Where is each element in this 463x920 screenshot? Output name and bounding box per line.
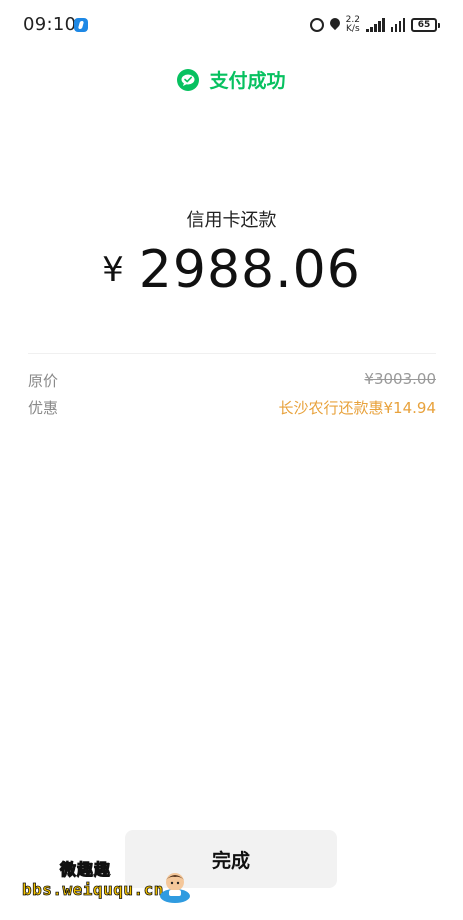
discount-label: 优惠 bbox=[28, 399, 59, 417]
watermark-url: bbs.weiququ.cn bbox=[22, 880, 164, 900]
network-speed: 2.2 K/s bbox=[346, 16, 360, 34]
watermark-title: 微趣趣 bbox=[59, 860, 112, 880]
amount-value: 2988.06 bbox=[138, 240, 361, 300]
location-icon bbox=[330, 18, 340, 32]
signal-icon bbox=[366, 18, 385, 32]
status-icons: 2.2 K/s 65 bbox=[309, 16, 440, 34]
discount-value: 长沙农行还款惠¥14.94 bbox=[278, 399, 437, 417]
original-price-label: 原价 bbox=[28, 372, 59, 390]
wechat-pay-icon bbox=[177, 68, 200, 91]
success-title: 支付成功 bbox=[209, 70, 286, 92]
payment-amount: ¥2988.06 bbox=[0, 240, 463, 300]
detail-row-discount: 优惠 长沙农行还款惠¥14.94 bbox=[28, 397, 436, 418]
divider bbox=[28, 353, 436, 354]
alarm-icon bbox=[309, 18, 324, 32]
battery-icon: 65 bbox=[411, 18, 440, 32]
signal-icon-2 bbox=[390, 18, 405, 32]
detail-row-original-price: 原价 ¥3003.00 bbox=[28, 370, 436, 391]
payment-type-label: 信用卡还款 bbox=[186, 210, 277, 231]
currency-symbol: ¥ bbox=[102, 250, 125, 290]
original-price-value: ¥3003.00 bbox=[364, 370, 436, 388]
network-speed-unit: K/s bbox=[346, 24, 360, 34]
watermark-mascot-icon bbox=[160, 873, 190, 903]
status-time: 09:10 bbox=[23, 14, 77, 35]
notification-app-icon bbox=[74, 18, 88, 32]
status-bar: 09:10 2.2 K/s 65 bbox=[0, 0, 463, 52]
payment-success-header: 支付成功 bbox=[0, 66, 463, 93]
